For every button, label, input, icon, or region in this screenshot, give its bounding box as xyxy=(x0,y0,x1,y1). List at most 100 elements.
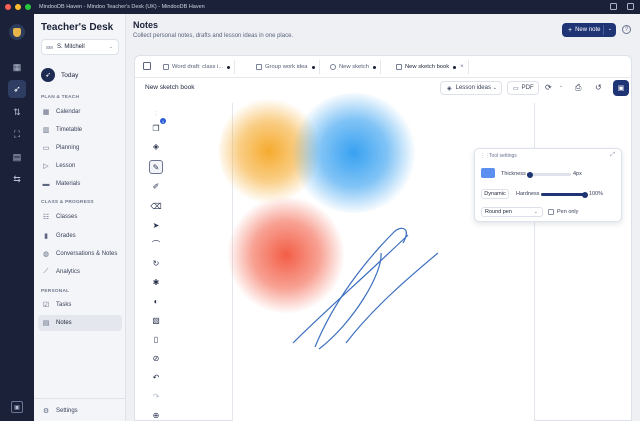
hardness-value: 100% xyxy=(589,191,604,197)
collapse-sidebar-icon[interactable]: ▣ xyxy=(11,401,23,413)
sidebar-item-tasks[interactable]: ☑ Tasks xyxy=(38,297,122,313)
pdf-button[interactable]: ▭ PDF xyxy=(507,81,539,95)
chevron-down-icon[interactable]: ⌄ xyxy=(559,83,563,89)
calendar-grid-icon[interactable]: ▤ xyxy=(8,148,26,166)
window-extension-icon[interactable] xyxy=(610,3,617,10)
pdf-label: PDF xyxy=(521,85,534,91)
undo-icon[interactable]: ↶ xyxy=(149,370,163,384)
chat-icon: ◍ xyxy=(42,251,50,258)
sidebar-item-settings[interactable]: ⚙ Settings xyxy=(38,403,122,419)
thickness-knob[interactable] xyxy=(527,171,533,178)
sidebar-item-timetable[interactable]: ▥ Timetable xyxy=(38,122,122,138)
minimize-window-button[interactable] xyxy=(15,4,21,10)
sidebar-footer: ⚙ Settings xyxy=(34,398,126,415)
rotate-icon[interactable]: ↻ xyxy=(149,256,163,270)
sidebar-item-classes[interactable]: ☷ Classes xyxy=(38,209,122,225)
layers-icon[interactable]: ◈ xyxy=(149,139,163,153)
sparkle-icon[interactable]: ✱ xyxy=(149,275,163,289)
brand-title: Teacher's Desk xyxy=(41,22,114,33)
sidebar-item-notes[interactable]: ▤ Notes xyxy=(38,315,122,331)
sidebar-item-lesson[interactable]: ▷ Lesson xyxy=(38,158,122,174)
rocket-icon[interactable]: ➶ xyxy=(8,80,26,98)
section-title: PERSONAL xyxy=(41,289,70,294)
save-button[interactable]: ▣ xyxy=(613,80,629,96)
image-icon[interactable]: ▧ xyxy=(149,313,163,327)
unsaved-dot xyxy=(311,65,315,69)
sidebar-item-planning[interactable]: ▭ Planning xyxy=(38,140,122,156)
pen-icon[interactable]: ✎ xyxy=(149,160,163,174)
sidebar-item-analytics[interactable]: ⟋ Analytics xyxy=(38,264,122,280)
zoom-in-icon[interactable]: ⊕ xyxy=(149,408,163,421)
transfer-icon[interactable]: ⇅ xyxy=(8,103,26,121)
close-window-button[interactable] xyxy=(5,4,11,10)
unsaved-dot xyxy=(227,65,231,69)
dashboard-icon[interactable]: ▦ xyxy=(8,58,26,76)
color-swatch[interactable] xyxy=(481,168,495,178)
new-note-button[interactable]: + New note ⌄ xyxy=(562,23,616,37)
thickness-value: 4px xyxy=(573,171,582,177)
hardness-slider[interactable] xyxy=(541,191,588,198)
close-tab-icon[interactable]: × xyxy=(460,64,464,70)
pen-stroke xyxy=(345,252,439,344)
sidebar-item-materials[interactable]: ▬ Materials xyxy=(38,176,122,192)
palette-icon[interactable]: ◐ xyxy=(149,294,163,308)
chevron-down-icon: ⌄ xyxy=(108,44,113,50)
window-sidebar-toggle-icon[interactable] xyxy=(627,3,634,10)
expand-icon[interactable]: ⤢ xyxy=(610,152,615,159)
sidebar-toggle-icon[interactable] xyxy=(143,62,151,70)
clipboard-icon: ▭ xyxy=(42,145,50,152)
pages-badge: 1 xyxy=(160,118,166,124)
sidebar-item-label: Calendar xyxy=(56,109,81,115)
tab-group-work[interactable]: Group work idea xyxy=(252,60,320,74)
brush-select[interactable]: Round pen ⌄ xyxy=(481,207,543,217)
plus-icon: + xyxy=(568,26,573,34)
help-icon[interactable]: ? xyxy=(622,25,631,34)
icon-rail: ▦ ➶ ⇅ ⛶ ▤ ⇆ ▣ xyxy=(0,14,34,421)
tab-word-draft[interactable]: Word draft: class i... xyxy=(159,60,236,74)
tool-settings-panel: ⋮⋮ Tool settings ⤢ Thickness 4px Dynamic… xyxy=(474,148,622,222)
select-icon[interactable]: ➤ xyxy=(149,218,163,232)
grid-icon: ▥ xyxy=(42,127,50,134)
document-toolbar: New sketch book ◈ Lesson ideas ⌄ ▭ PDF ⟳… xyxy=(135,78,633,100)
sketchbook-icon xyxy=(396,64,402,70)
redo-icon[interactable]: ↷ xyxy=(149,389,163,403)
chevron-down-icon[interactable]: ⌄ xyxy=(608,26,612,32)
pen-only-checkbox[interactable] xyxy=(548,209,554,215)
sidebar-item-conversations[interactable]: ◍ Conversations & Notes xyxy=(38,246,122,262)
sliders-icon[interactable]: ⇆ xyxy=(8,170,26,188)
save-icon: ▣ xyxy=(617,85,625,92)
rocket-icon: ➶ xyxy=(41,68,55,82)
scan-icon[interactable]: ⛶ xyxy=(8,125,26,143)
sidebar-item-calendar[interactable]: ▦ Calendar xyxy=(38,104,122,120)
sidebar-item-label: Classes xyxy=(56,214,78,220)
checklist-icon: ☑ xyxy=(42,302,50,309)
tab-new-sketch[interactable]: New sketch xyxy=(326,60,381,74)
user-select[interactable]: SM S. Mitchell ⌄ xyxy=(41,39,119,55)
history-icon[interactable]: ↺ xyxy=(595,83,602,92)
dynamic-button[interactable]: Dynamic xyxy=(481,189,509,199)
hardness-knob[interactable] xyxy=(582,191,588,198)
sidebar-item-grades[interactable]: ▮ Grades xyxy=(38,228,122,244)
sync-icon[interactable]: ⟳ xyxy=(545,83,552,92)
maximize-window-button[interactable] xyxy=(25,4,31,10)
page-icon[interactable]: ▯ xyxy=(149,332,163,346)
highlighter-icon[interactable]: ✐ xyxy=(149,179,163,193)
tab-new-sketch-book[interactable]: New sketch book × xyxy=(392,60,469,74)
hardness-fill xyxy=(541,193,585,196)
chevron-down-icon: ⌄ xyxy=(533,209,538,215)
eraser-icon[interactable]: ⌫ xyxy=(149,199,163,213)
curve-icon[interactable]: ⌒ xyxy=(149,237,163,251)
attach-icon[interactable]: ⊘ xyxy=(149,351,163,365)
thickness-slider[interactable] xyxy=(527,171,571,178)
sidebar-item-label: Timetable xyxy=(56,127,83,133)
print-icon[interactable]: ⎙ xyxy=(575,83,581,93)
category-select[interactable]: ◈ Lesson ideas ⌄ xyxy=(440,81,502,95)
sidebar: Teacher's Desk SM S. Mitchell ⌄ ➶ Today … xyxy=(34,14,126,421)
today-button[interactable]: ➶ Today xyxy=(41,68,78,82)
folder-icon: ▬ xyxy=(42,180,50,188)
people-icon: ☷ xyxy=(42,214,50,221)
sidebar-item-label: Notes xyxy=(56,320,72,326)
pages-icon[interactable]: ❐ 1 xyxy=(149,118,166,135)
sidebar-item-label: Planning xyxy=(56,145,80,151)
bar-chart-icon: ▮ xyxy=(44,233,48,240)
